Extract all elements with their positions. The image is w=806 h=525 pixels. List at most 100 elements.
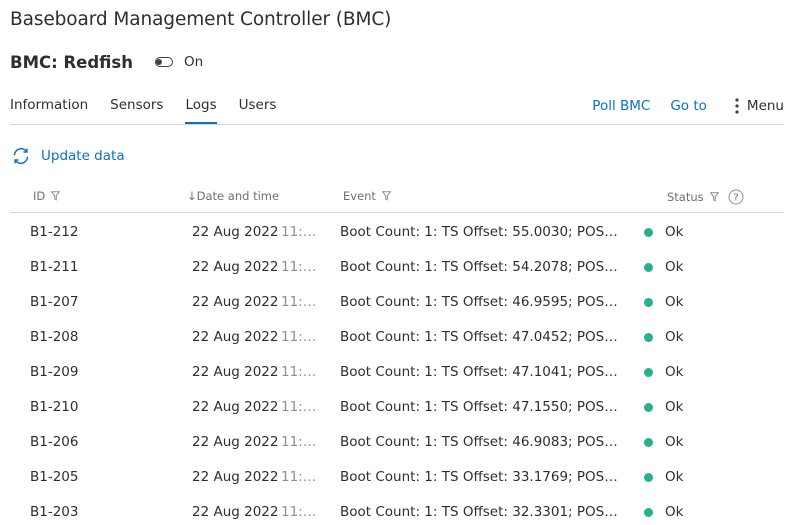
cell-status: Ok — [644, 329, 683, 345]
cell-event: Boot Count: 1: TS Offset: 47.1041; POST … — [340, 364, 620, 380]
table-row[interactable]: B1-208 22 Aug 2022 11:… Boot Count: 1: T… — [10, 319, 784, 354]
status-label: Ok — [665, 259, 684, 275]
menu-label: Menu — [746, 98, 784, 114]
table-row[interactable]: B1-212 22 Aug 2022 11:… Boot Count: 1: T… — [10, 214, 784, 249]
status-label: Ok — [665, 364, 684, 380]
cell-date: 22 Aug 2022 — [192, 224, 279, 240]
status-label: Ok — [665, 329, 684, 345]
cell-id: B1-209 — [30, 364, 79, 380]
column-header-id[interactable]: ID — [33, 189, 61, 203]
status-label: Ok — [665, 294, 684, 310]
column-header-event[interactable]: Event — [343, 189, 391, 203]
cell-event: Boot Count: 1: TS Offset: 47.0452; POST … — [340, 329, 620, 345]
column-header-date[interactable]: ↓ Date and time — [187, 189, 279, 203]
cell-time: 11:… — [281, 504, 317, 520]
status-label: Ok — [665, 224, 684, 240]
table-row[interactable]: B1-207 22 Aug 2022 11:… Boot Count: 1: T… — [10, 284, 784, 319]
cell-event: Boot Count: 1: TS Offset: 54.2078; POST … — [340, 259, 620, 275]
cell-event: Boot Count: 1: TS Offset: 47.1550; POST … — [340, 399, 620, 415]
status-dot — [644, 367, 653, 377]
tab-logs[interactable]: Logs — [185, 92, 217, 125]
column-status-label: Status — [667, 190, 704, 204]
cell-id: B1-208 — [30, 329, 79, 345]
cell-event: Boot Count: 1: TS Offset: 55.0030; POST … — [340, 224, 620, 240]
table-row[interactable]: B1-209 22 Aug 2022 11:… Boot Count: 1: T… — [10, 354, 784, 389]
cell-date: 22 Aug 2022 — [192, 434, 279, 450]
status-dot — [644, 402, 653, 412]
cell-date: 22 Aug 2022 — [192, 294, 279, 310]
cell-date: 22 Aug 2022 — [192, 329, 279, 345]
cell-id: B1-211 — [30, 259, 79, 275]
column-event-label: Event — [343, 189, 376, 203]
cell-status: Ok — [644, 469, 683, 485]
kebab-icon — [735, 98, 739, 114]
tabs-divider — [10, 124, 784, 125]
cell-status: Ok — [644, 259, 683, 275]
table-row[interactable]: B1-211 22 Aug 2022 11:… Boot Count: 1: T… — [10, 249, 784, 284]
status-label: Ok — [665, 434, 684, 450]
status-dot — [644, 297, 653, 307]
help-icon[interactable]: ? — [728, 189, 744, 205]
table-row[interactable]: B1-206 22 Aug 2022 11:… Boot Count: 1: T… — [10, 424, 784, 459]
go-to-link[interactable]: Go to — [670, 98, 707, 114]
cell-time: 11:… — [281, 224, 317, 240]
update-data-label: Update data — [41, 148, 125, 164]
svg-text:?: ? — [733, 193, 738, 204]
update-data-button[interactable]: Update data — [11, 146, 125, 166]
cell-time: 11:… — [281, 259, 317, 275]
status-dot — [644, 332, 653, 342]
status-dot — [644, 437, 653, 447]
logs-table-body: B1-212 22 Aug 2022 11:… Boot Count: 1: T… — [10, 214, 784, 525]
cell-id: B1-207 — [30, 294, 79, 310]
toggle-icon[interactable] — [154, 57, 173, 67]
tab-users[interactable]: Users — [239, 92, 277, 125]
table-header: ID ↓ Date and time Event Status ? — [10, 184, 784, 213]
column-id-label: ID — [33, 189, 46, 203]
filter-icon[interactable] — [709, 192, 719, 202]
status-dot — [644, 227, 653, 237]
sort-desc-icon: ↓ — [187, 189, 197, 203]
cell-id: B1-205 — [30, 469, 79, 485]
toggle-knob — [156, 58, 163, 65]
cell-id: B1-210 — [30, 399, 79, 415]
filter-icon[interactable] — [51, 191, 61, 201]
cell-date: 22 Aug 2022 — [192, 399, 279, 415]
status-label: Ok — [665, 504, 684, 520]
table-row[interactable]: B1-210 22 Aug 2022 11:… Boot Count: 1: T… — [10, 389, 784, 424]
cell-id: B1-206 — [30, 434, 79, 450]
cell-time: 11:… — [281, 469, 317, 485]
table-row[interactable]: B1-205 22 Aug 2022 11:… Boot Count: 1: T… — [10, 459, 784, 494]
tab-sensors[interactable]: Sensors — [110, 92, 163, 125]
cell-time: 11:… — [281, 364, 317, 380]
cell-event: Boot Count: 1: TS Offset: 46.9083; POST … — [340, 434, 620, 450]
status-dot — [644, 472, 653, 482]
status-dot — [644, 507, 653, 517]
tab-bar: Information Sensors Logs Users — [10, 92, 298, 125]
cell-date: 22 Aug 2022 — [192, 364, 279, 380]
page-title: Baseboard Management Controller (BMC) — [10, 9, 392, 30]
filter-icon[interactable] — [381, 191, 391, 201]
table-row[interactable]: B1-203 22 Aug 2022 11:… Boot Count: 1: T… — [10, 494, 784, 525]
cell-id: B1-212 — [30, 224, 79, 240]
status-label: Ok — [665, 469, 684, 485]
cell-status: Ok — [644, 294, 683, 310]
status-dot — [644, 262, 653, 272]
cell-date: 22 Aug 2022 — [192, 259, 279, 275]
cell-event: Boot Count: 1: TS Offset: 32.3301; POST … — [340, 504, 620, 520]
cell-date: 22 Aug 2022 — [192, 504, 279, 520]
cell-event: Boot Count: 1: TS Offset: 33.1769; POST … — [340, 469, 620, 485]
menu-button[interactable]: Menu — [735, 98, 784, 114]
tab-information[interactable]: Information — [10, 92, 88, 125]
cell-status: Ok — [644, 434, 683, 450]
cell-time: 11:… — [281, 399, 317, 415]
bmc-name: BMC: Redfish — [10, 52, 133, 72]
poll-bmc-link[interactable]: Poll BMC — [592, 98, 650, 114]
refresh-icon — [13, 147, 29, 165]
column-header-status[interactable]: Status ? — [667, 189, 744, 205]
cell-status: Ok — [644, 399, 683, 415]
status-label: Ok — [665, 399, 684, 415]
cell-date: 22 Aug 2022 — [192, 469, 279, 485]
cell-time: 11:… — [281, 294, 317, 310]
cell-status: Ok — [644, 364, 683, 380]
bmc-header: BMC: Redfish On — [10, 51, 203, 73]
